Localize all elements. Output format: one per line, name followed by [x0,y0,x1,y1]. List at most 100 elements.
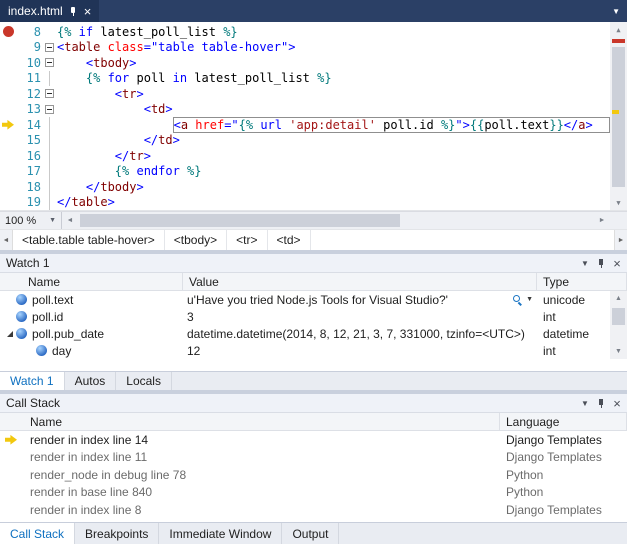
folding-margin[interactable] [44,179,57,195]
column-header-type[interactable]: Type [537,273,627,290]
scroll-left-icon[interactable]: ◄ [62,212,78,229]
code-line[interactable]: 11 {% for poll in latest_poll_list %} [0,71,610,87]
breakpoint-margin[interactable] [0,86,18,102]
tab-autos[interactable]: Autos [65,372,117,390]
watch-row[interactable]: day12int [0,342,610,359]
column-header-language[interactable]: Language [500,413,627,430]
callstack-row[interactable]: render in index line 8Django Templates [0,501,627,519]
code-line[interactable]: 13 <td> [0,102,610,118]
watch-value-cell[interactable]: 3 [183,308,537,325]
code-line[interactable]: 12 <tr> [0,86,610,102]
callstack-row[interactable]: render in index line 14Django Templates [0,431,627,449]
scroll-down-icon[interactable]: ▼ [610,344,627,359]
collapse-toggle-icon[interactable] [45,43,54,52]
callstack-row[interactable]: render in base line 840Python [0,484,627,502]
watch-value-cell[interactable]: datetime.datetime(2014, 8, 12, 21, 3, 7,… [183,325,537,342]
folding-margin[interactable] [44,133,57,149]
collapse-toggle-icon[interactable] [45,58,54,67]
visualizer-dropdown-icon[interactable]: ▼ [526,296,533,303]
pin-icon[interactable] [593,398,609,409]
scroll-right-icon[interactable]: ► [594,212,610,229]
horizontal-scrollbar-thumb[interactable] [80,214,400,227]
watch-value-cell[interactable]: u'Have you tried Node.js Tools for Visua… [183,291,537,308]
breakpoint-margin[interactable] [0,71,18,87]
callstack-title-bar[interactable]: Call Stack ▼ × [0,394,627,413]
close-icon[interactable]: × [84,5,92,18]
watch-title-bar[interactable]: Watch 1 ▼ × [0,254,627,273]
breadcrumb-item-2[interactable]: <tr> [227,230,267,250]
breakpoint-margin[interactable] [0,55,18,71]
breadcrumb-scroll-right-icon[interactable]: ► [614,230,627,250]
breakpoint-margin[interactable] [0,40,18,56]
watch-row[interactable]: poll.id3int [0,308,610,325]
collapse-toggle-icon[interactable] [45,105,54,114]
watch-name-cell[interactable]: poll.id [0,308,183,325]
watch-row[interactable]: poll.textu'Have you tried Node.js Tools … [0,291,610,308]
folding-margin[interactable] [44,55,57,71]
scroll-down-icon[interactable]: ▼ [610,195,627,210]
watch-name-cell[interactable]: day [0,342,183,359]
folding-margin[interactable] [44,86,57,102]
breakpoint-margin[interactable] [0,133,18,149]
breakpoint-margin[interactable] [0,164,18,180]
tab-output[interactable]: Output [282,523,339,544]
close-icon[interactable]: × [609,396,625,411]
zoom-control[interactable]: 100 % ▼ [0,212,62,229]
horizontal-scrollbar-track[interactable] [78,212,594,229]
scroll-up-icon[interactable]: ▲ [610,291,627,306]
watch-row[interactable]: poll.pub_datedatetime.datetime(2014, 8, … [0,325,610,342]
tab-watch-1[interactable]: Watch 1 [0,372,65,390]
watch-vertical-scrollbar[interactable]: ▲ ▼ [610,291,627,359]
breakpoint-margin[interactable] [0,102,18,118]
tab-list-chevron-icon[interactable]: ▼ [605,0,627,22]
document-tab-index-html[interactable]: index.html × [0,0,99,22]
folding-margin[interactable] [44,71,57,87]
folding-margin[interactable] [44,195,57,211]
breadcrumb-scroll-left-icon[interactable]: ◄ [0,230,13,250]
magnifier-icon[interactable] [513,295,522,304]
folding-margin[interactable] [44,117,57,133]
code-line[interactable]: 10 <tbody> [0,55,610,71]
pin-icon[interactable] [69,6,78,17]
folding-margin[interactable] [44,102,57,118]
code-line[interactable]: 18 </tbody> [0,179,610,195]
tab-locals[interactable]: Locals [116,372,172,390]
column-header-value[interactable]: Value [183,273,537,290]
callstack-row[interactable]: render_node in debug line 78Python [0,466,627,484]
tab-immediate-window[interactable]: Immediate Window [159,523,282,544]
watch-name-cell[interactable]: poll.pub_date [0,325,183,342]
breakpoint-icon[interactable] [3,26,14,37]
code-line[interactable]: 14 <a href="{% url 'app:detail' poll.id … [0,117,610,133]
column-header-name[interactable]: Name [0,273,183,290]
folding-margin[interactable] [44,24,57,40]
breakpoint-margin[interactable] [0,179,18,195]
scrollbar-thumb[interactable] [612,308,625,325]
callstack-row[interactable]: render in index line 11Django Templates [0,449,627,467]
breakpoint-margin[interactable] [0,24,18,40]
editor-vertical-scrollbar[interactable]: ▲ ▼ [610,22,627,210]
folding-margin[interactable] [44,164,57,180]
breakpoint-margin[interactable] [0,195,18,211]
code-line[interactable]: 8{% if latest_poll_list %} [0,24,610,40]
window-position-icon[interactable]: ▼ [577,399,593,408]
scrollbar-track[interactable] [610,306,627,344]
watch-value-cell[interactable]: 12 [183,342,537,359]
code-line[interactable]: 17 {% endfor %} [0,164,610,180]
code-line[interactable]: 15 </td> [0,133,610,149]
expander-icon[interactable] [4,331,16,337]
scrollbar-thumb[interactable] [612,47,625,187]
watch-name-cell[interactable]: poll.text [0,291,183,308]
collapse-toggle-icon[interactable] [45,89,54,98]
pin-icon[interactable] [593,258,609,269]
breakpoint-margin[interactable] [0,117,18,133]
breadcrumb-item-0[interactable]: <table.table table-hover> [13,230,165,250]
tab-breakpoints[interactable]: Breakpoints [75,523,159,544]
close-icon[interactable]: × [609,256,625,271]
breadcrumb-item-3[interactable]: <td> [268,230,311,250]
folding-margin[interactable] [44,40,57,56]
column-header-name[interactable]: Name [0,413,500,430]
breadcrumb-item-1[interactable]: <tbody> [165,230,227,250]
tab-call-stack[interactable]: Call Stack [0,523,75,544]
code-editor[interactable]: 8{% if latest_poll_list %}9<table class=… [0,22,627,211]
code-line[interactable]: 9<table class="table table-hover"> [0,40,610,56]
